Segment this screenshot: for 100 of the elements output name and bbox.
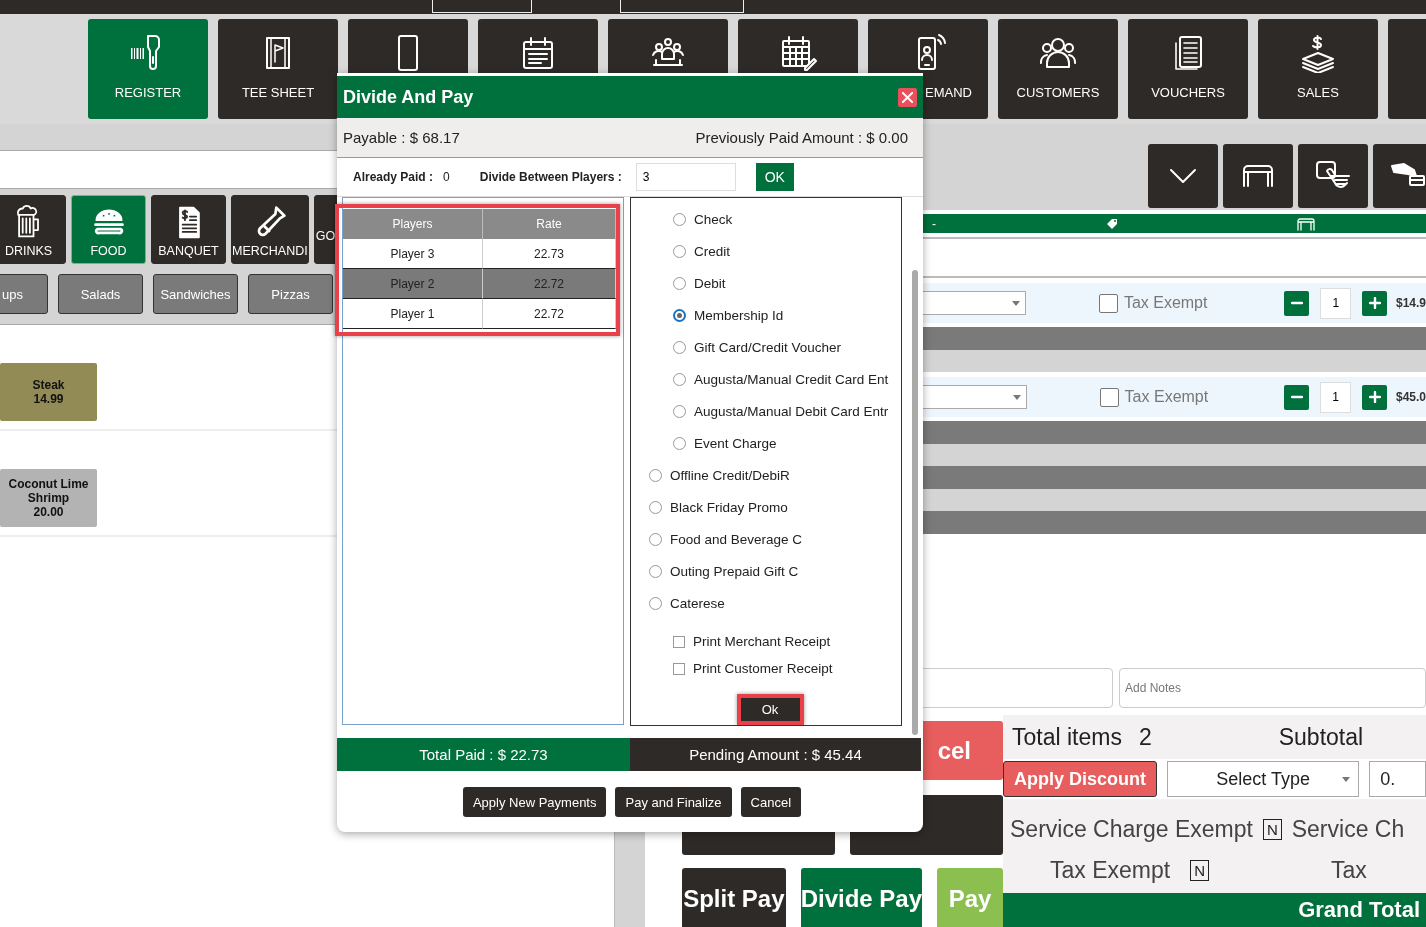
discount-field[interactable]: 0. [1369,761,1426,797]
discount-type-dropdown[interactable]: Select Type [1167,761,1360,797]
menu-item-tile[interactable]: Coconut Lime Shrimp 20.00 [0,469,97,527]
ok-button[interactable]: Ok [740,698,800,722]
table-cell[interactable]: 22.72 [483,269,616,299]
category-tab[interactable]: DRINKS [0,195,66,264]
increase-button[interactable] [1362,384,1387,410]
dialog-button[interactable]: Cancel [740,787,802,817]
total-paid: Total Paid : $ 22.73 [419,746,548,763]
category-tab[interactable]: BANQUET [151,195,226,264]
radio-button[interactable] [673,277,686,291]
notes-field[interactable]: Add Notes [1119,668,1426,708]
radio-button[interactable] [649,501,662,515]
service-charge-exempt-label: Service Charge Exempt [1010,815,1253,843]
checkbox[interactable] [1099,293,1118,313]
checkbox[interactable] [1099,387,1119,407]
radio-option[interactable]: Credit [631,235,901,268]
table-cell[interactable]: 22.73 [483,239,616,269]
radio-option[interactable]: Black Friday Promo [631,491,901,524]
quantity-field[interactable]: 1 [1319,381,1352,413]
nav-button[interactable]: REGISTER [88,19,208,119]
pay-button[interactable]: Split Pay [682,868,786,927]
radio-option[interactable]: Debit [631,267,901,300]
radio-option[interactable]: Event Charge [631,427,901,460]
radio-button[interactable] [649,565,662,579]
radio-option[interactable]: Offline Credit/DebiR [631,459,901,492]
total-items-label: Total items [1012,723,1122,751]
radio-option[interactable]: Check [631,204,901,236]
line-price: $45.0 [1395,390,1426,404]
players-count-field[interactable]: 3 [635,163,736,191]
checkbox[interactable] [673,635,685,648]
category-tab[interactable]: MERCHANDI [231,195,309,264]
table-cell[interactable]: Player 2 [343,269,483,299]
grand-total-label: Grand Total [1298,897,1420,923]
radio-button[interactable] [673,405,686,419]
radio-button[interactable] [649,533,662,547]
nav-button[interactable]: CUSTOMERS [998,19,1118,119]
payable-amount: Payable : $ 68.17 [343,129,460,146]
pay-button[interactable]: Divide Pay [800,868,923,927]
subcategory-button[interactable]: ups [0,274,48,314]
nav-button[interactable]: VOUCHERS [1128,19,1248,119]
already-paid-value: 0 [443,170,450,184]
radio-button[interactable] [673,341,686,355]
subcategory-button[interactable]: Sandwiches [153,274,238,314]
radio-option[interactable]: Gift Card/Credit Voucher [631,331,901,364]
dropdown-value: Select Type [1216,768,1310,790]
increase-button[interactable] [1362,290,1387,316]
radio-button[interactable] [673,437,686,451]
service-charge-label: Service Ch [1291,815,1405,843]
table-cell[interactable]: Player 3 [343,239,483,269]
subcategory-button[interactable]: Pizzas [248,274,333,314]
total-items-count: 2 [1138,723,1152,751]
subcategory-button[interactable]: Salads [58,274,143,314]
radio-option[interactable]: Augusta/Manual Debit Card Entr [631,395,901,428]
radio-option[interactable]: Outing Prepaid Gift C [631,555,901,588]
tax-exempt-label: Tax Exempt [1050,856,1171,884]
radio-button[interactable] [673,309,686,323]
already-paid-label: Already Paid : [353,170,434,184]
caret-icon [1012,300,1021,306]
table-cell[interactable]: Player 1 [343,299,483,329]
radio-button[interactable] [673,213,686,227]
radio-option[interactable]: Food and Beverage C [631,523,901,556]
caret-icon [1012,394,1021,400]
divide-label: Divide Between Players : [479,170,622,184]
column-header: Players [343,209,483,239]
radio-option[interactable]: Membership Id [631,299,901,332]
radio-button[interactable] [673,373,686,387]
radio-option[interactable]: Caterese [631,587,901,620]
toolbar-button[interactable] [1373,144,1426,208]
close-button[interactable] [898,87,917,107]
nav-button[interactable]: SALES [1258,19,1378,119]
exempt-flag: N [1262,818,1282,840]
radio-button[interactable] [649,597,662,611]
quantity-field[interactable]: 1 [1320,287,1352,319]
radio-option[interactable]: Augusta/Manual Credit Card Ent [631,363,901,396]
toolbar-button[interactable] [1298,144,1368,208]
caret-icon [1342,777,1351,782]
menu-item-tile[interactable]: Steak 14.99 [0,363,97,421]
table-cell[interactable]: 22.72 [483,299,616,329]
previously-paid-amount: Previously Paid Amount : $ 0.00 [695,129,908,146]
radio-button[interactable] [649,469,662,483]
checkbox[interactable] [673,662,685,675]
dialog-button[interactable]: Pay and Finalize [615,787,732,817]
close-icon [902,91,913,103]
nav-button[interactable]: TEE SHEET [218,19,338,119]
category-tab[interactable]: FOOD [71,195,146,264]
checkbox-option[interactable]: Print Merchant Receipt [631,628,901,656]
line-price: $14.9 [1395,296,1426,310]
toolbar-button[interactable] [1223,144,1293,208]
item-price: 20.00 [33,505,64,519]
dialog-button[interactable]: Apply New Payments [462,787,607,817]
column-header: Rate [483,209,616,239]
tax-label: Tax [1331,856,1367,884]
tag-icon [1106,217,1118,230]
checkbox-option[interactable]: Print Customer Receipt [631,655,901,683]
ok-button[interactable]: OK [755,163,794,191]
decrease-button[interactable] [1284,384,1309,410]
decrease-button[interactable] [1284,290,1309,316]
scrollbar[interactable] [912,270,918,735]
radio-button[interactable] [673,245,686,259]
